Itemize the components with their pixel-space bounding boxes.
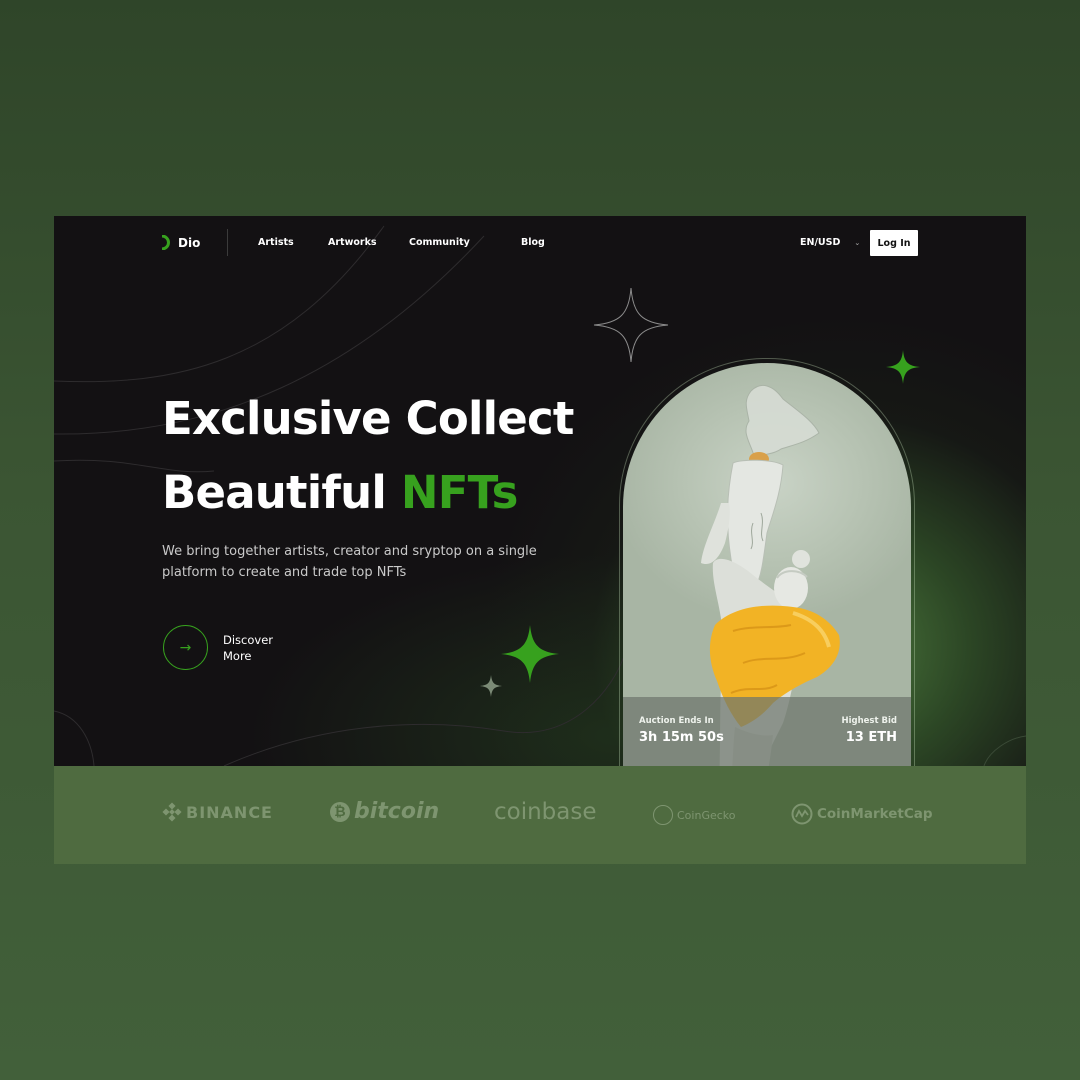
cta-line-2: More xyxy=(223,648,252,663)
sparkle-small-icon xyxy=(480,675,502,697)
language-currency-selector[interactable]: EN/USD ⌄ xyxy=(800,237,860,248)
headline-line-1: Exclusive Collect xyxy=(162,392,574,445)
nav-item-artworks[interactable]: Artworks xyxy=(328,237,377,248)
auction-timer: Auction Ends In 3h 15m 50s xyxy=(639,716,724,745)
auction-info-panel: Auction Ends In 3h 15m 50s Highest Bid 1… xyxy=(623,697,911,766)
chevron-down-icon: ⌄ xyxy=(854,238,861,247)
discover-more-button[interactable]: → Discover More xyxy=(163,625,283,670)
hero-subtitle: We bring together artists, creator and s… xyxy=(162,544,537,580)
brand-name: Dio xyxy=(178,235,201,250)
partner-logos-bar: BINANCE ₿ bitcoin coinbase CoinGecko Coi… xyxy=(54,766,1026,864)
coingecko-logo-icon xyxy=(653,805,673,825)
nav-item-blog[interactable]: Blog xyxy=(521,237,545,248)
login-button[interactable]: Log In xyxy=(870,230,918,256)
landing-page-frame: Dio Artists Artworks Community Blog EN/U… xyxy=(54,216,1026,864)
auction-ends-value: 3h 15m 50s xyxy=(639,730,724,745)
logo-mark-icon xyxy=(161,235,170,250)
nav-item-community[interactable]: Community xyxy=(409,237,470,248)
sparkle-icon xyxy=(501,625,559,683)
brand-logo[interactable]: Dio xyxy=(160,235,200,250)
partner-coingecko: CoinGecko xyxy=(653,805,736,825)
auction-ends-label: Auction Ends In xyxy=(639,716,714,726)
highest-bid-label: Highest Bid xyxy=(841,716,898,726)
headline-line-2: Beautiful NFTs xyxy=(162,456,574,530)
language-label: EN/USD xyxy=(800,237,841,248)
highest-bid: Highest Bid 13 ETH xyxy=(842,716,898,745)
coinbase-wordmark: coinbase xyxy=(494,799,597,825)
nav-item-artists[interactable]: Artists xyxy=(258,237,294,248)
partner-bitcoin: ₿ bitcoin xyxy=(330,799,439,824)
bitcoin-logo-icon: ₿ xyxy=(330,801,350,822)
nav-divider xyxy=(227,229,228,256)
arrow-right-icon: → xyxy=(163,625,208,670)
sparkle-outline-icon xyxy=(593,287,669,363)
binance-wordmark: BINANCE xyxy=(186,802,273,822)
cta-line-1: Discover xyxy=(223,632,274,647)
partner-coinbase: coinbase xyxy=(494,799,597,825)
coingecko-wordmark: CoinGecko xyxy=(677,808,736,822)
headline-accent: NFTs xyxy=(400,466,519,519)
coinmarketcap-wordmark: CoinMarketCap xyxy=(817,806,933,822)
partner-binance: BINANCE xyxy=(162,802,273,822)
coinmarketcap-logo-icon xyxy=(791,803,813,825)
hero-headline: Exclusive Collect Beautiful NFTs xyxy=(162,382,574,530)
binance-logo-icon xyxy=(162,802,182,822)
highest-bid-value: 13 ETH xyxy=(845,730,897,745)
top-navigation: Dio Artists Artworks Community Blog EN/U… xyxy=(54,216,1026,270)
featured-artwork-card[interactable]: Auction Ends In 3h 15m 50s Highest Bid 1… xyxy=(623,363,911,766)
bitcoin-wordmark: bitcoin xyxy=(354,799,440,824)
partner-coinmarketcap: CoinMarketCap xyxy=(791,803,933,825)
headline-prefix: Beautiful xyxy=(162,466,387,519)
discover-more-label: Discover More xyxy=(223,632,283,664)
hero-section: Dio Artists Artworks Community Blog EN/U… xyxy=(54,216,1026,766)
